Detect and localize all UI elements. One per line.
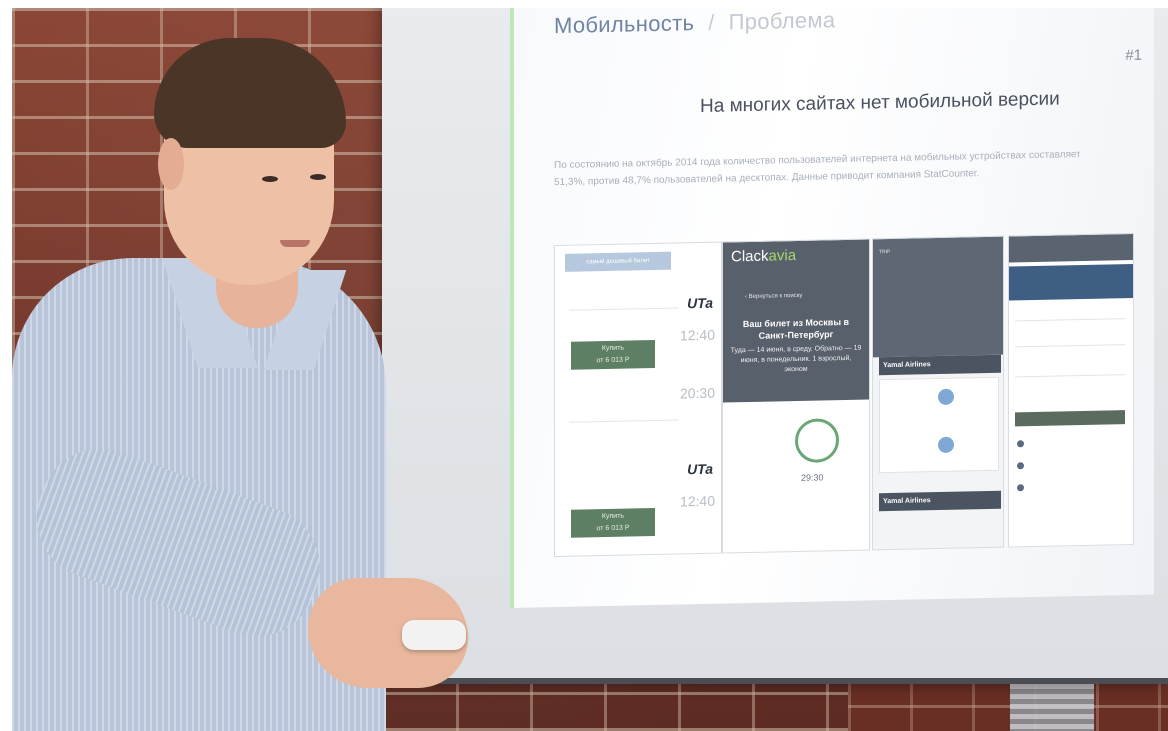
screenshot-thumbnails: самый дешевый билет UTa 12:40 Купить от … <box>554 232 1144 565</box>
presenter-eye <box>262 176 278 182</box>
divider <box>1015 344 1125 348</box>
loading-ring-icon <box>795 418 839 464</box>
cheapest-ticket-pill: самый дешевый билет <box>565 251 671 272</box>
trip-logo: TRIP <box>879 249 891 256</box>
clackavia-logo: Clackavia <box>731 247 796 265</box>
site-header <box>1009 233 1133 263</box>
thumbnail-trip: TRIP Yamal Airlines Yamal Airlines <box>872 235 1004 551</box>
divider <box>569 419 679 423</box>
slide-title: На многих сайтах нет мобильной версии <box>700 88 1060 118</box>
presenter <box>12 8 492 731</box>
presentation-remote <box>402 620 466 650</box>
airline-card-title: Yamal Airlines <box>879 490 1001 512</box>
airline-dot-icon <box>1017 462 1024 470</box>
airline-dot-icon <box>1017 484 1024 492</box>
clackavia-logo-brand: avia <box>768 247 797 265</box>
presenter-eye <box>310 174 326 180</box>
flight-card <box>879 376 999 474</box>
airline-dot-icon <box>1017 440 1024 448</box>
presenter-hair <box>154 38 346 148</box>
projected-slide: Мобильность / Проблема #1 На многих сайтах… <box>510 8 1154 608</box>
trip-header <box>873 236 1003 358</box>
departure-time: 12:40 <box>679 492 715 510</box>
thumbnail-ticket-list: самый дешевый билет UTa 12:40 Купить от … <box>554 241 722 558</box>
buy-button: Купить от 6 013 Р <box>571 339 655 370</box>
arrival-time: 20:30 <box>679 384 715 402</box>
airline-logo: UTa <box>687 460 713 478</box>
presenter-mouth <box>280 240 310 247</box>
buy-button: Купить от 6 013 Р <box>571 507 655 538</box>
slide-heading-separator: / <box>708 9 715 35</box>
slide-heading: Мобильность / Проблема <box>554 8 835 39</box>
divider <box>1015 318 1125 322</box>
thumbnail-desktop-site <box>1008 232 1134 548</box>
ticket-title: Ваш билет из Москвы в Санкт-Петербург <box>742 316 850 341</box>
plane-icon <box>938 436 954 454</box>
thumbnail-clackavia: Clackavia ‹ Вернуться к поиску Ваш билет… <box>722 238 870 554</box>
highlight-row <box>1015 410 1125 427</box>
divider <box>1015 374 1125 378</box>
countdown: 29:30 <box>801 472 824 483</box>
divider <box>569 307 679 311</box>
presenter-ear <box>158 138 184 190</box>
buy-button-price: от 6 013 Р <box>596 524 630 533</box>
slide-body-text: По состоянию на октябрь 2014 года количе… <box>554 149 1081 189</box>
back-to-search-link: ‹ Вернуться к поиску <box>745 292 803 301</box>
ticket-info: Туда — 14 июня, в среду. Обратно — 19 ию… <box>730 344 862 374</box>
clackavia-logo-prefix: Clack <box>731 247 769 266</box>
buy-button-price: от 6 013 Р <box>596 356 630 365</box>
airline-card-title: Yamal Airlines <box>879 354 1001 376</box>
photo: Мобильность / Проблема #1 На многих сайтах… <box>12 8 1168 731</box>
slide-number: #1 <box>1125 46 1142 65</box>
plane-icon <box>938 388 954 406</box>
site-results-bar <box>1009 263 1133 301</box>
slide-heading-sub: Проблема <box>728 8 836 35</box>
slide-heading-main: Мобильность <box>554 10 695 39</box>
airline-logo: UTa <box>687 294 713 312</box>
departure-time: 12:40 <box>679 326 715 344</box>
